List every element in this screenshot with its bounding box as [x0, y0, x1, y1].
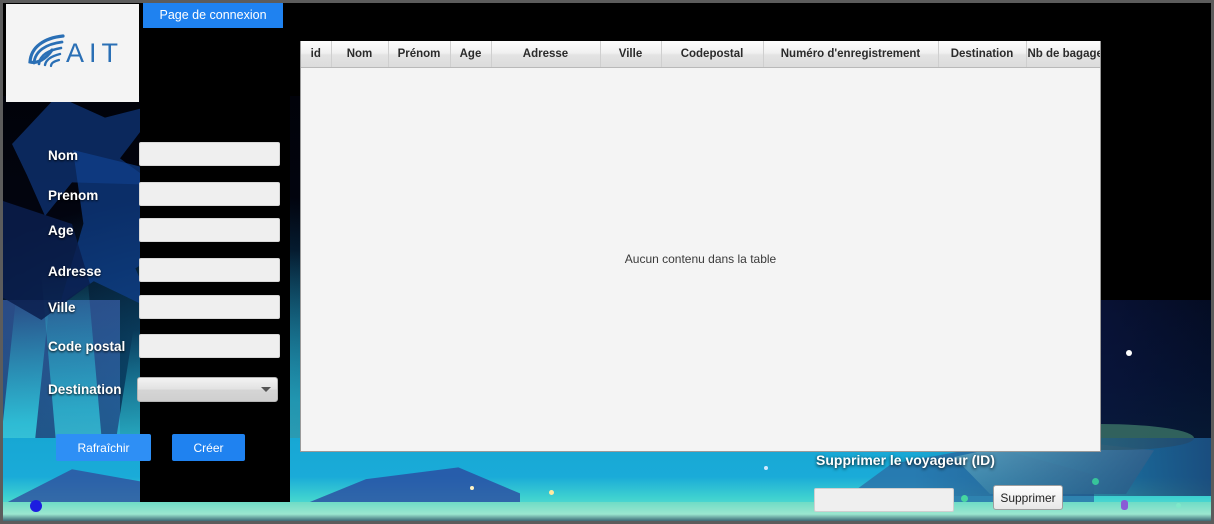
nom-input[interactable] — [139, 142, 280, 166]
app-logo: AIT — [6, 4, 139, 102]
age-input[interactable] — [139, 218, 280, 242]
background-star — [961, 495, 968, 502]
field-label-destination: Destination — [48, 382, 122, 397]
background-star — [1121, 500, 1128, 510]
field-label-age: Age — [48, 223, 74, 238]
field-label-code-postal: Code postal — [48, 339, 126, 354]
background-star — [1126, 350, 1132, 356]
field-label-prenom: Prenom — [48, 188, 99, 203]
field-label-adresse: Adresse — [48, 264, 102, 279]
background-star — [1176, 503, 1181, 508]
delete-button[interactable]: Supprimer — [993, 485, 1063, 510]
column-header-id[interactable]: id — [301, 41, 332, 68]
column-header-ville[interactable]: Ville — [600, 41, 662, 68]
background-star — [1092, 478, 1099, 485]
delete-id-input[interactable] — [814, 488, 954, 512]
column-header-age[interactable]: Age — [450, 41, 492, 68]
column-header-nb-bagage[interactable]: Nb de bagage — [1026, 41, 1100, 68]
background-star — [764, 466, 768, 470]
delete-panel-title: Supprimer le voyageur (ID) — [816, 452, 995, 468]
background-star — [470, 486, 474, 490]
code-postal-input[interactable] — [139, 334, 280, 358]
column-header-numero-enregistrement[interactable]: Numéro d'enregistrement — [763, 41, 939, 68]
field-label-nom: Nom — [48, 148, 78, 163]
login-page-button[interactable]: Page de connexion — [143, 1, 283, 28]
background-star — [549, 490, 554, 495]
adresse-input[interactable] — [139, 258, 280, 282]
travelers-table-panel: id Nom Prénom Age Adresse Ville Codepost… — [300, 41, 1101, 452]
refresh-button[interactable]: Rafraîchir — [56, 434, 151, 461]
table-body: Aucun contenu dans la table — [301, 67, 1100, 450]
column-header-destination[interactable]: Destination — [938, 41, 1027, 68]
table-empty-message: Aucun contenu dans la table — [301, 67, 1100, 450]
ville-input[interactable] — [139, 295, 280, 319]
column-header-codepostal[interactable]: Codepostal — [661, 41, 764, 68]
background-right-mask — [1094, 0, 1214, 300]
logo-text: AIT — [65, 37, 123, 68]
destination-select[interactable] — [137, 377, 278, 402]
column-header-adresse[interactable]: Adresse — [491, 41, 601, 68]
prenom-input[interactable] — [139, 182, 280, 206]
fan-swoosh-icon — [22, 31, 68, 76]
create-button[interactable]: Créer — [172, 434, 245, 461]
field-label-ville: Ville — [48, 300, 76, 315]
chevron-down-icon — [261, 387, 271, 392]
column-header-nom[interactable]: Nom — [331, 41, 389, 68]
application-window: AIT Page de connexion Nom Prenom Age Adr… — [0, 0, 1214, 524]
travelers-table: id Nom Prénom Age Adresse Ville Codepost… — [301, 41, 1100, 450]
column-header-prenom[interactable]: Prénom — [388, 41, 451, 68]
table-header-row: id Nom Prénom Age Adresse Ville Codepost… — [301, 41, 1100, 68]
